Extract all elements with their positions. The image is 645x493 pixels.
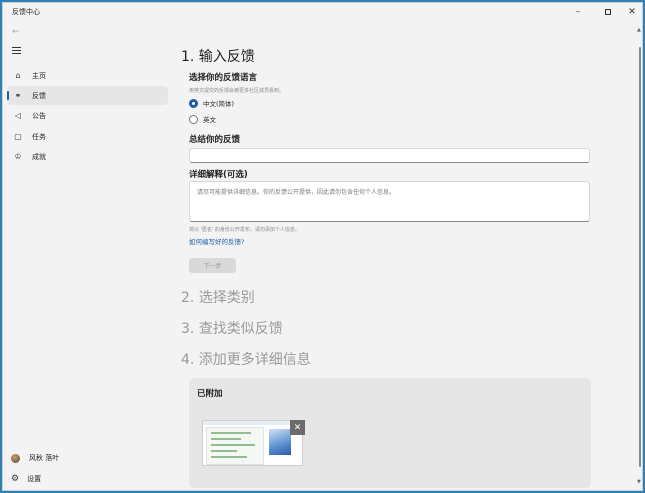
sidebar-item-label: 反馈 xyxy=(32,91,46,100)
avatar xyxy=(11,453,20,463)
settings-button[interactable]: ⚙ 设置 xyxy=(11,474,41,484)
sidebar-item-label: 主页 xyxy=(32,71,46,80)
quest-icon: ▢ xyxy=(14,132,22,141)
step-4-heading: 4. 添加更多详细信息 xyxy=(181,352,311,368)
radio-label: 中文(简体) xyxy=(203,100,235,108)
summary-label: 总结你的反馈 xyxy=(189,135,241,145)
trophy-icon: ♔ xyxy=(14,152,22,161)
attachments-panel: 已附加 ✕ xyxy=(189,378,591,488)
details-textarea[interactable]: 请尽可能提供详细信息。你的反馈公开提供，因此请勿包含任何个人信息。 xyxy=(189,181,590,222)
step-3-heading: 3. 查找类似反馈 xyxy=(181,321,283,337)
home-icon: ⌂ xyxy=(15,71,21,80)
language-hint: 用英文提交的反馈会被更多社区成员看到。 xyxy=(189,88,285,94)
hamburger-menu-icon[interactable] xyxy=(12,47,21,56)
sidebar-item-announcements[interactable]: ◁ 公告 xyxy=(7,106,168,125)
sidebar-item-feedback[interactable]: ⚭ 反馈 xyxy=(7,86,168,105)
title-bar: 反馈中心 – ✕ xyxy=(3,3,642,21)
radio-chinese[interactable]: 中文(简体) xyxy=(189,98,234,108)
app-title: 反馈中心 xyxy=(12,8,40,16)
details-placeholder: 请尽可能提供详细信息。你的反馈公开提供，因此请勿包含任何个人信息。 xyxy=(197,189,396,196)
minimize-button[interactable]: – xyxy=(567,3,589,21)
sidebar-item-quests[interactable]: ▢ 任务 xyxy=(7,127,168,146)
details-label: 详细解释(可选) xyxy=(189,170,248,180)
maximize-button[interactable] xyxy=(597,3,619,21)
scroll-down-arrow-icon[interactable]: ▼ xyxy=(637,479,641,485)
sidebar-item-home[interactable]: ⌂ 主页 xyxy=(7,66,168,85)
next-button[interactable]: 下一步 xyxy=(189,258,236,273)
radio-english[interactable]: 英文 xyxy=(189,114,216,124)
scrollbar-thumb[interactable] xyxy=(639,47,641,467)
step-2-heading: 2. 选择类别 xyxy=(181,290,255,306)
sidebar-item-achievements[interactable]: ♔ 成就 xyxy=(7,147,168,166)
settings-label: 设置 xyxy=(27,475,42,483)
back-arrow-icon[interactable]: ← xyxy=(12,27,20,37)
sidebar-item-label: 任务 xyxy=(32,132,46,141)
remove-attachment-close-icon[interactable]: ✕ xyxy=(290,420,305,435)
maximize-icon xyxy=(605,9,611,15)
sidebar-item-label: 公告 xyxy=(32,111,46,120)
user-account[interactable]: 风秋 落叶 xyxy=(11,453,59,463)
attachments-title: 已附加 xyxy=(197,389,223,399)
step-1-heading: 1. 输入反馈 xyxy=(181,49,255,65)
summary-input[interactable] xyxy=(189,148,590,163)
scroll-up-arrow-icon[interactable]: ▲ xyxy=(637,27,641,33)
megaphone-icon: ◁ xyxy=(14,111,22,120)
gear-icon: ⚙ xyxy=(11,474,20,484)
radio-selected-icon xyxy=(189,98,198,108)
screenshot-thumbnail[interactable] xyxy=(202,420,303,466)
user-name: 风秋 落叶 xyxy=(29,454,60,462)
radio-label: 英文 xyxy=(203,116,216,124)
wallpaper-image xyxy=(269,429,291,455)
feedback-icon: ⚭ xyxy=(14,91,22,100)
sidebar-item-label: 成就 xyxy=(32,152,46,161)
feedback-hub-window: 反馈中心 – ✕ ← ⌂ 主页 ⚭ 反馈 ◁ 公告 ▢ 任务 ♔ 成就 风秋 落… xyxy=(2,2,643,491)
language-label: 选择你的反馈语言 xyxy=(189,73,258,83)
help-link[interactable]: 如何编写好的反馈? xyxy=(189,236,244,246)
close-button[interactable]: ✕ xyxy=(621,3,642,21)
privacy-disclaimer: 将以 '匿名' 的身份公开发布，请勿添加个人信息。 xyxy=(189,227,300,233)
radio-unselected-icon xyxy=(189,114,198,124)
